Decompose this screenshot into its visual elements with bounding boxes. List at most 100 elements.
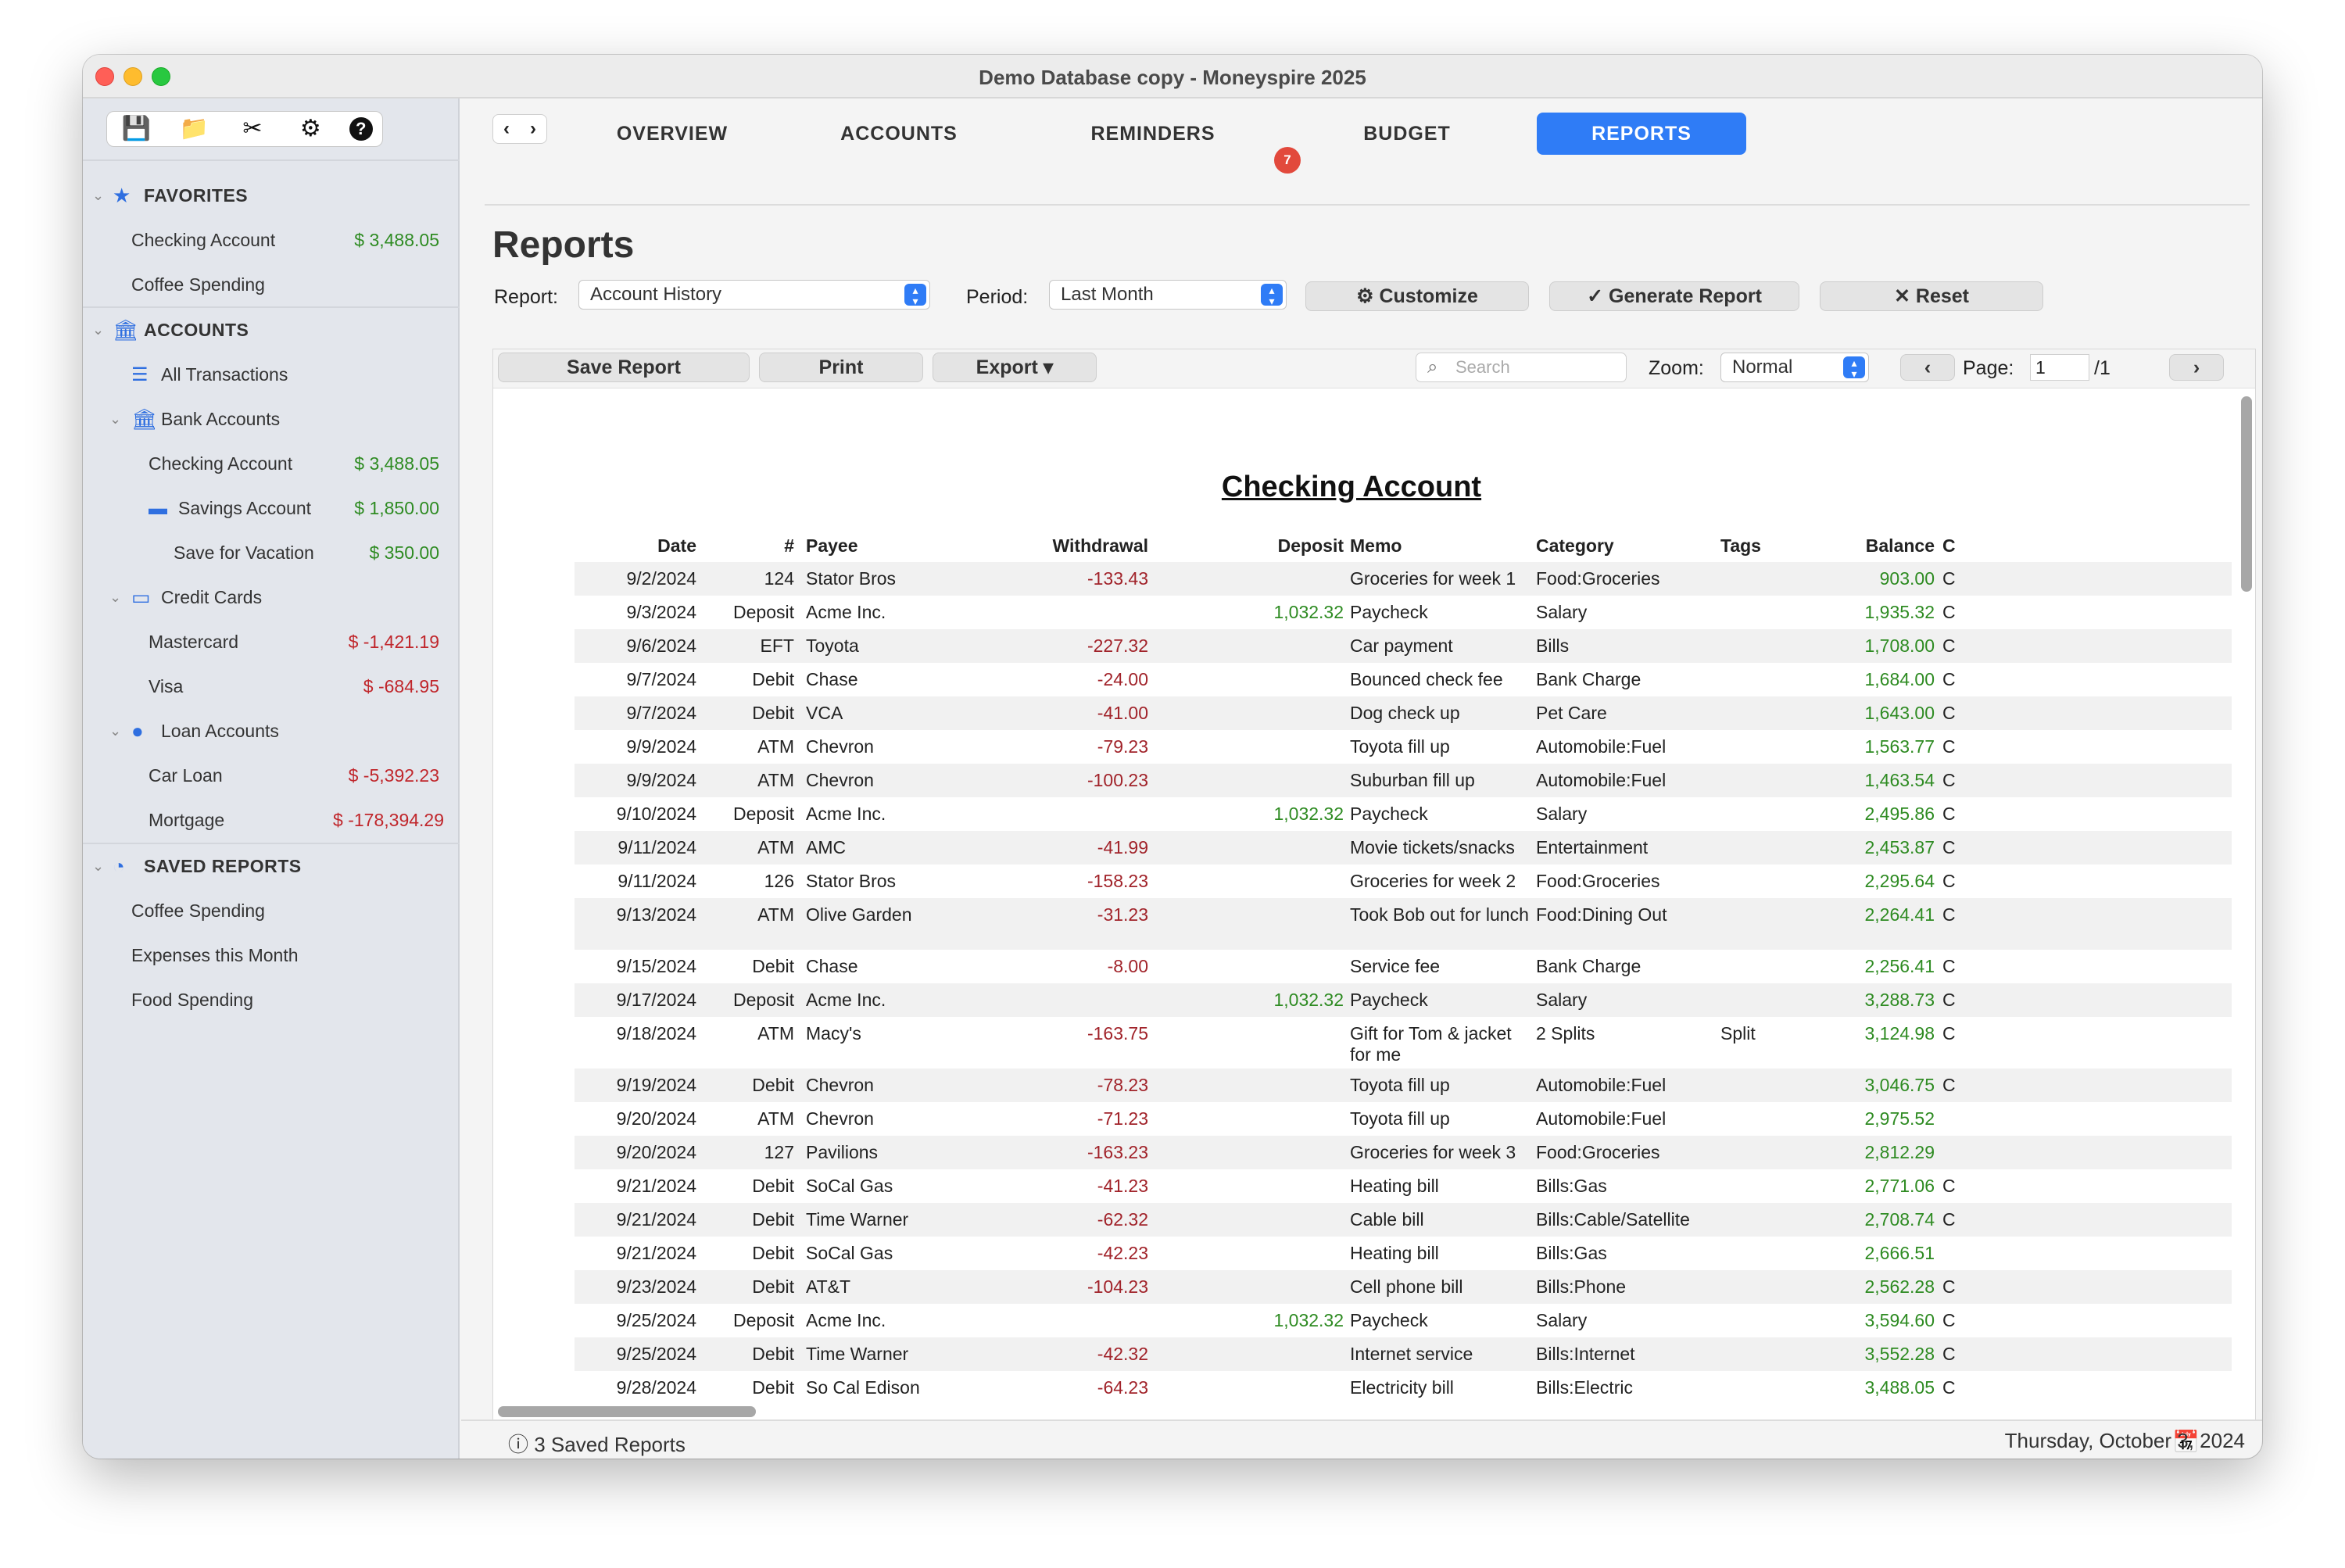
cell-category: Automobile:Fuel — [1536, 1075, 1667, 1095]
sidebar-item-favorite-checking[interactable]: Checking Account $ 3,488.05 — [83, 218, 460, 263]
sidebar-item-bank-accounts[interactable]: ⌄ 🏛 Bank Accounts — [83, 397, 460, 442]
tools-icon[interactable]: ✂ — [233, 117, 272, 141]
sidebar-item-checking-account[interactable]: Checking Account $ 3,488.05 — [83, 442, 460, 486]
tab-reports[interactable]: REPORTS — [1537, 113, 1746, 155]
help-icon[interactable]: ? — [349, 117, 373, 141]
chevron-down-icon[interactable]: ⌄ — [109, 723, 121, 739]
previous-page-button[interactable]: ‹ — [1900, 354, 1955, 381]
cell-payee: SoCal Gas — [806, 1176, 893, 1196]
sidebar-item-mortgage[interactable]: Mortgage $ -178,394.29 — [83, 798, 460, 843]
generate-report-button[interactable]: ✓ Generate Report — [1549, 281, 1799, 311]
cell-c: C — [1942, 804, 1956, 824]
cell-withdrawal: -133.43 — [1087, 568, 1148, 589]
cell-memo: Gift for Tom & jacket for me — [1350, 1023, 1512, 1065]
table-row: 9/3/2024 Deposit Acme Inc. 1,032.32 Paycheck… — [575, 596, 2232, 629]
chevron-down-icon[interactable]: ⌄ — [92, 858, 104, 875]
gear-icon[interactable]: ⚙ — [291, 117, 330, 141]
horizontal-scrollbar[interactable] — [498, 1406, 756, 1417]
sidebar-item-saved-report[interactable]: Food Spending — [83, 978, 460, 1022]
table-row: 9/20/2024 127 Pavilions -163.23 Groceries fo… — [575, 1136, 2232, 1169]
cell-withdrawal: -227.32 — [1087, 635, 1148, 656]
tab-overview[interactable]: OVERVIEW — [578, 113, 766, 155]
table-row: 9/13/2024 ATM Olive Garden -31.23 Took Bob o… — [575, 898, 2232, 950]
chevron-down-icon[interactable]: ⌄ — [92, 322, 104, 338]
cell-memo: Cell phone bill — [1350, 1276, 1463, 1297]
saved-reports-header[interactable]: ⌄ ◔ SAVED REPORTS — [83, 844, 460, 889]
favorites-header[interactable]: ⌄ ★ FAVORITES — [83, 174, 460, 218]
cell-c: C — [1942, 703, 1956, 723]
search-input[interactable]: ⌕ Search — [1416, 353, 1627, 382]
sidebar-item-all-transactions[interactable]: ☰ All Transactions — [83, 353, 460, 397]
cell-category: Food:Groceries — [1536, 1142, 1660, 1162]
cell-c: C — [1942, 1023, 1956, 1044]
tab-budget[interactable]: BUDGET — [1313, 113, 1501, 155]
cell-deposit: 1,032.32 — [1273, 990, 1344, 1010]
cell-payee: Acme Inc. — [806, 990, 886, 1010]
cell-withdrawal: -8.00 — [1107, 956, 1148, 976]
sidebar-item-visa[interactable]: Visa $ -684.95 — [83, 664, 460, 709]
cell-num: Deposit — [733, 1310, 794, 1330]
current-date: Thursday, October 3, 2024 — [2004, 1429, 2245, 1452]
sidebar-item-saved-report[interactable]: Expenses this Month — [83, 933, 460, 978]
sidebar-item-mastercard[interactable]: Mastercard $ -1,421.19 — [83, 620, 460, 664]
sidebar-item-savings-account[interactable]: ▬ Savings Account $ 1,850.00 — [83, 486, 460, 531]
column-header: Date — [657, 535, 696, 556]
cell-payee: Time Warner — [806, 1209, 909, 1230]
credit-card-icon: ▭ — [131, 585, 151, 609]
cell-memo: Toyota fill up — [1350, 736, 1450, 757]
customize-button[interactable]: ⚙ Customize — [1305, 281, 1529, 311]
cell-num: 126 — [764, 871, 794, 891]
cell-payee: Chevron — [806, 770, 874, 790]
chevron-down-icon[interactable]: ⌄ — [109, 589, 121, 606]
cell-withdrawal: -41.23 — [1097, 1176, 1148, 1196]
report-select[interactable]: Account History ▴ ▾ — [578, 280, 930, 310]
cell-payee: AMC — [806, 837, 847, 857]
sidebar-item-favorite-coffee[interactable]: Coffee Spending — [83, 263, 460, 307]
app-window: Demo Database copy - Moneyspire 2025 💾 📁… — [83, 55, 2262, 1459]
save-icon[interactable]: 💾 — [116, 117, 156, 141]
cell-withdrawal: -42.23 — [1097, 1243, 1148, 1263]
table-row: 9/2/2024 124 Stator Bros -133.43 Groceries f… — [575, 562, 2232, 596]
chevron-down-icon[interactable]: ⌄ — [109, 411, 121, 428]
page-input[interactable]: 1 — [2030, 354, 2089, 381]
cell-num: 127 — [764, 1142, 794, 1162]
cell-category: Bank Charge — [1536, 669, 1642, 689]
cell-memo: Internet service — [1350, 1344, 1473, 1364]
table-row: 9/25/2024 Debit Time Warner -42.32 Internet … — [575, 1337, 2232, 1371]
cell-c: C — [1942, 568, 1956, 589]
forward-arrow-icon[interactable]: › — [530, 118, 536, 140]
cell-balance: 2,495.86 — [1864, 804, 1935, 824]
accounts-header[interactable]: ⌄ 🏛 ACCOUNTS — [83, 308, 460, 353]
export-button[interactable]: Export ▾ — [933, 353, 1097, 382]
zoom-select[interactable]: Normal ▴ ▾ — [1720, 353, 1869, 382]
sidebar-item-car-loan[interactable]: Car Loan $ -5,392.23 — [83, 754, 460, 798]
cell-payee: Time Warner — [806, 1344, 909, 1364]
sidebar-item-credit-cards[interactable]: ⌄ ▭ Credit Cards — [83, 575, 460, 620]
cell-date: 9/21/2024 — [616, 1176, 696, 1196]
print-button[interactable]: Print — [759, 353, 923, 382]
folder-icon[interactable]: 📁 — [175, 117, 214, 141]
sidebar-item-saved-report[interactable]: Coffee Spending — [83, 889, 460, 933]
tab-accounts[interactable]: ACCOUNTS — [805, 113, 993, 155]
save-report-button[interactable]: Save Report — [498, 353, 750, 382]
cell-balance: 2,295.64 — [1864, 871, 1935, 891]
cell-withdrawal: -31.23 — [1097, 904, 1148, 925]
back-arrow-icon[interactable]: ‹ — [503, 118, 510, 140]
chevron-down-icon[interactable]: ⌄ — [92, 188, 104, 204]
reset-button[interactable]: ✕ Reset — [1820, 281, 2043, 311]
cell-category: Food:Dining Out — [1536, 904, 1667, 925]
next-page-button[interactable]: › — [2169, 354, 2224, 381]
vertical-scrollbar[interactable] — [2241, 396, 2252, 592]
cell-withdrawal: -42.32 — [1097, 1344, 1148, 1364]
cell-balance: 903.00 — [1879, 568, 1935, 589]
cell-category: Food:Groceries — [1536, 871, 1660, 891]
cell-memo: Paycheck — [1350, 804, 1428, 824]
report-panel: Save Report Print Export ▾ ⌕ Search Zoom… — [492, 349, 2256, 1421]
period-select[interactable]: Last Month ▴ ▾ — [1049, 280, 1287, 310]
sidebar-item-loan-accounts[interactable]: ⌄ ● Loan Accounts — [83, 709, 460, 754]
report-toolbar: Save Report Print Export ▾ ⌕ Search Zoom… — [493, 349, 2255, 388]
cell-c: C — [1942, 669, 1956, 689]
sidebar-item-save-for-vacation[interactable]: Save for Vacation $ 350.00 — [83, 531, 460, 575]
tab-reminders[interactable]: REMINDERS — [1032, 113, 1274, 155]
cell-memo: Dog check up — [1350, 703, 1460, 723]
